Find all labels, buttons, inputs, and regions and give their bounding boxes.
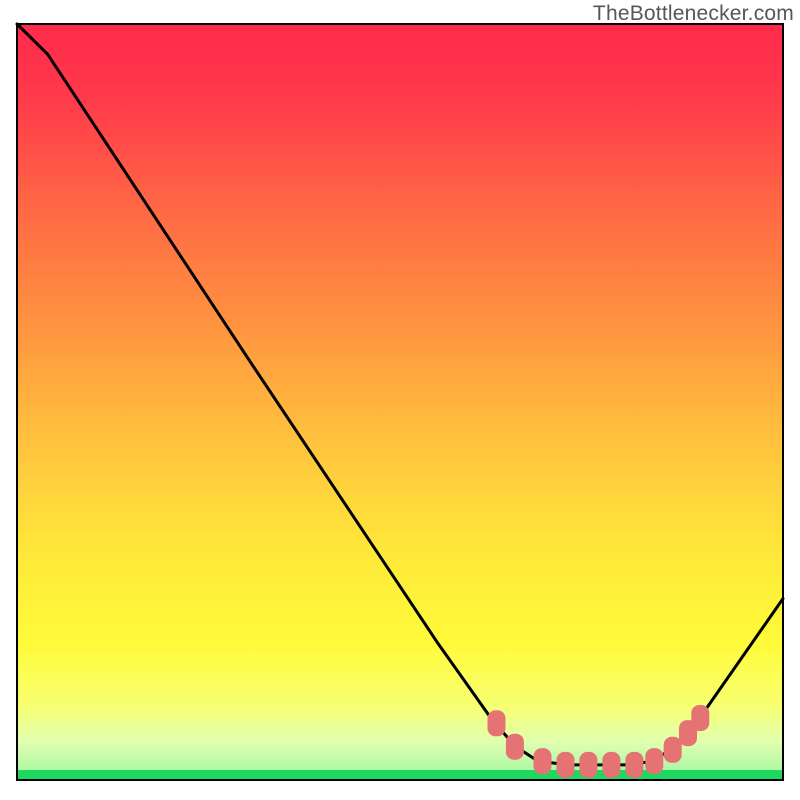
marker-pill [534,748,552,774]
marker-pill [664,737,682,763]
marker-pill [506,734,524,760]
marker-pill [602,752,620,778]
marker-pill [691,705,709,731]
marker-pill [645,748,663,774]
marker-pill [488,710,506,736]
chart-svg [0,0,800,800]
marker-pill [557,752,575,778]
marker-pill [625,752,643,778]
gradient-background [17,24,783,780]
marker-pill [579,752,597,778]
bottleneck-chart: TheBottlenecker.com [0,0,800,800]
green-band [17,770,783,780]
plot-area [17,24,783,780]
